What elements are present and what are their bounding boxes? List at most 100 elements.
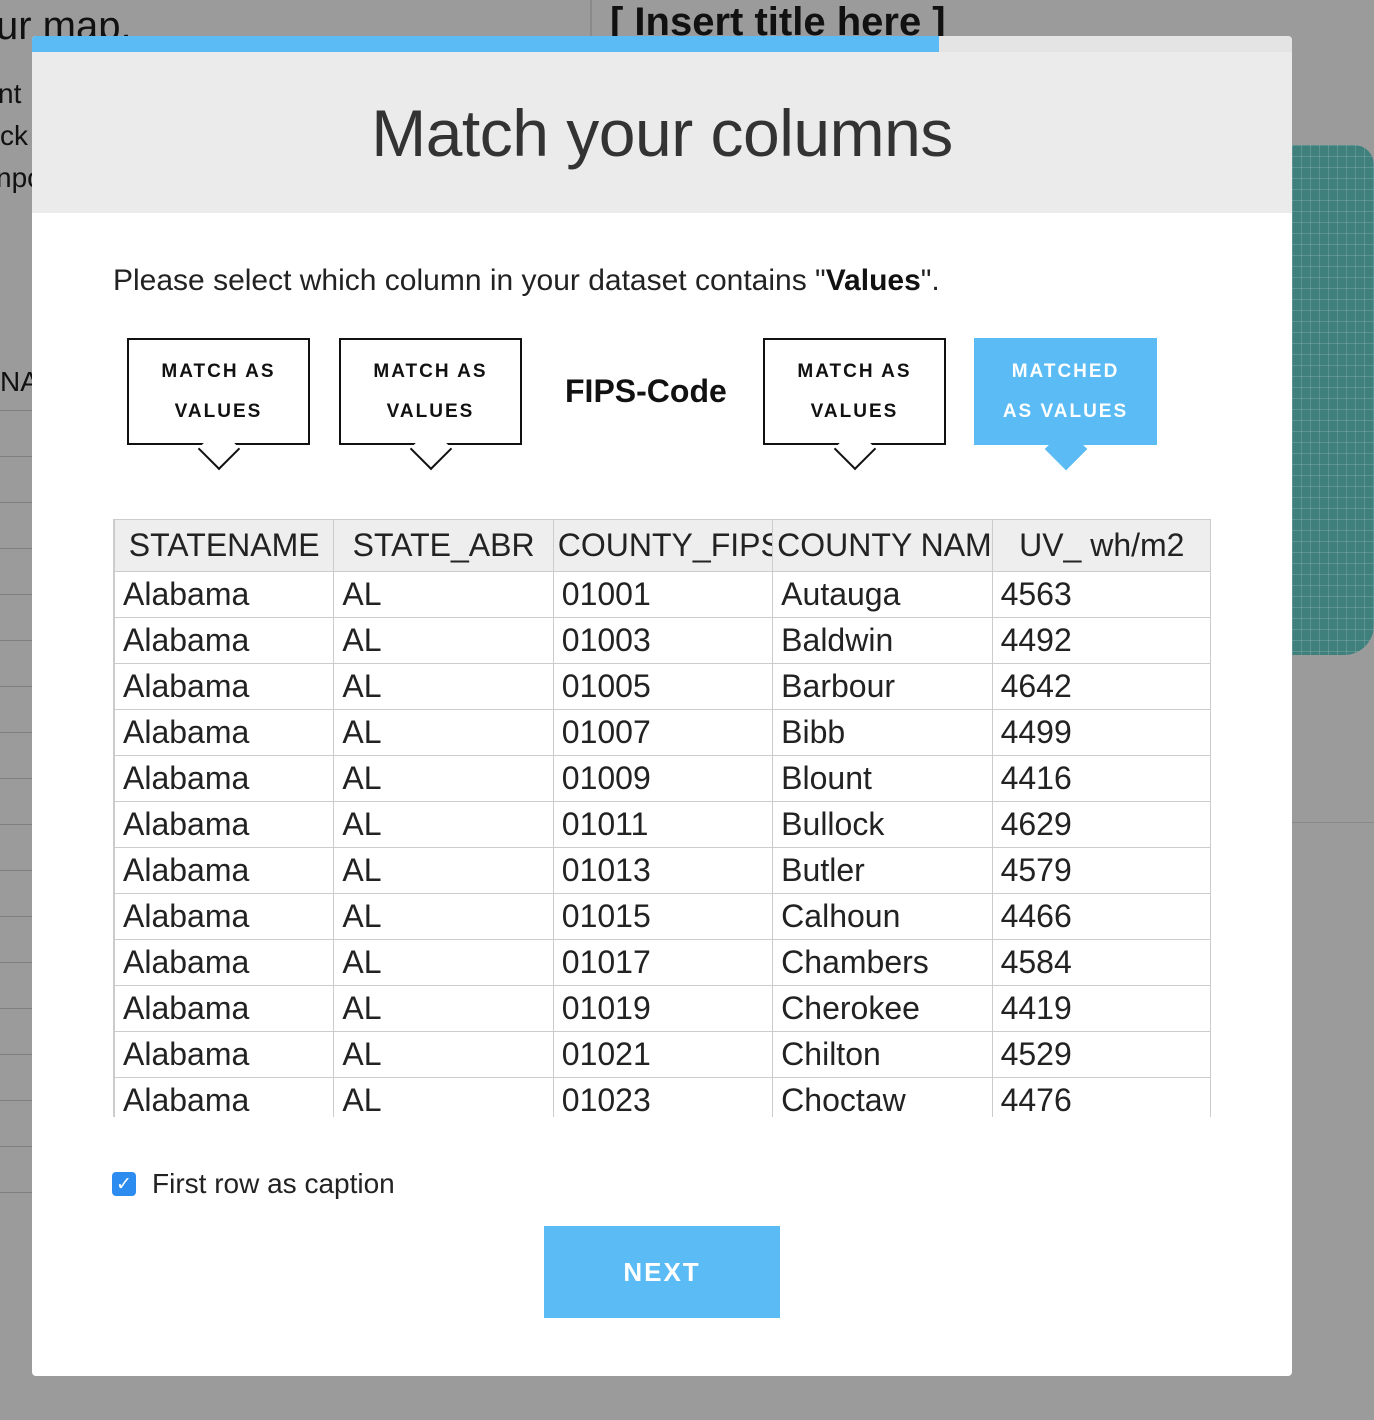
table-row: Alabama AL 01019 Cherokee 4419 [114,985,1210,1032]
table-row: Alabama AL 01021 Chilton 4529 [114,1031,1210,1078]
match-columns-modal: Match your columns Please select which c… [32,36,1292,1376]
first-row-caption-checkbox[interactable]: ✓ First row as caption [112,1168,395,1200]
table-cell: 4529 [991,1031,1210,1078]
match-as-values-button-county-name[interactable]: MATCH AS VALUES [763,338,946,445]
divider [0,824,32,825]
progress-bar [32,36,1292,52]
table-cell: 01007 [552,709,774,756]
divider [590,0,592,36]
divider [0,502,32,503]
table-row: Alabama AL 01015 Calhoun 4466 [114,893,1210,940]
table-cell: 4579 [991,847,1210,894]
table-cell: 4629 [991,801,1210,848]
match-as-values-button-state-abr[interactable]: MATCH AS VALUES [339,338,522,445]
divider [0,1100,32,1101]
instruction-text: Please select which column in your datas… [113,264,940,298]
table-cell: 01019 [552,985,774,1032]
table-cell: AL [333,801,554,848]
match-as-values-button-statename[interactable]: MATCH AS VALUES [127,338,310,445]
table-cell: 4416 [991,755,1210,802]
table-cell: Alabama [114,1077,335,1117]
table-cell: AL [333,571,554,618]
background-side-text: nt [0,78,22,109]
table-row: Alabama AL 01023 Choctaw 4476 [114,1077,1210,1117]
table-cell: AL [333,847,554,894]
table-cell: Alabama [114,893,335,940]
table-cell: Barbour [772,663,993,710]
column-header: STATENAME [114,519,335,572]
column-header: UV_ wh/m2 [991,519,1210,572]
table-cell: Alabama [114,801,335,848]
table-cell: AL [333,617,554,664]
table-cell: Alabama [114,617,335,664]
divider [0,1146,32,1147]
table-cell: Calhoun [772,893,993,940]
table-cell: 01009 [552,755,774,802]
table-row: Alabama AL 01007 Bibb 4499 [114,709,1210,756]
table-cell: Chambers [772,939,993,986]
table-cell: 01011 [552,801,774,848]
table-cell: Chilton [772,1031,993,1078]
table-row: Alabama AL 01001 Autauga 4563 [114,571,1210,618]
table-cell: AL [333,939,554,986]
table-cell: 4476 [991,1077,1210,1117]
divider [0,1008,32,1009]
background-map [1292,145,1374,655]
table-cell: AL [333,1031,554,1078]
divider [0,594,32,595]
table-cell: Baldwin [772,617,993,664]
next-button[interactable]: NEXT [544,1226,780,1318]
table-cell: Blount [772,755,993,802]
progress-fill [32,36,940,52]
column-matchers: MATCH AS VALUES MATCH AS VALUES FIPS-Code … [32,338,1292,468]
table-row: Alabama AL 01003 Baldwin 4492 [114,617,1210,664]
table-cell: 01001 [552,571,774,618]
background-side-text: ck [0,120,28,151]
table-cell: 01015 [552,893,774,940]
column-header: STATE_ABR [333,519,554,572]
table-cell: Bibb [772,709,993,756]
prompt-text: Please select which column in your datas… [113,264,826,297]
divider [0,916,32,917]
table-cell: 4466 [991,893,1210,940]
table-cell: AL [333,755,554,802]
table-cell: 4642 [991,663,1210,710]
column-header: COUNTY_FIPS [552,519,774,572]
table-row: Alabama AL 01017 Chambers 4584 [114,939,1210,986]
data-preview-table[interactable]: STATENAME STATE_ABR COUNTY_FIPS COUNTY NAME… [113,519,1211,1117]
divider [0,778,32,779]
matched-as-values-button-uv[interactable]: MATCHED AS VALUES [974,338,1157,445]
table-cell: Autauga [772,571,993,618]
table-cell: AL [333,709,554,756]
table-cell: Alabama [114,709,335,756]
divider [0,456,32,457]
assigned-fips-code-label[interactable]: FIPS-Code [565,338,727,445]
table-cell: Alabama [114,939,335,986]
modal-header: Match your columns [32,52,1292,213]
table-cell: Alabama [114,847,335,894]
divider [0,962,32,963]
divider [0,410,32,411]
modal-title: Match your columns [371,95,953,170]
table-cell: AL [333,893,554,940]
divider [0,870,32,871]
table-cell: Alabama [114,755,335,802]
table-cell: 01021 [552,1031,774,1078]
divider [0,686,32,687]
table-cell: 4584 [991,939,1210,986]
table-cell: Alabama [114,663,335,710]
table-row: Alabama AL 01009 Blount 4416 [114,755,1210,802]
table-row: Alabama AL 01005 Barbour 4642 [114,663,1210,710]
table-cell: Alabama [114,985,335,1032]
table-row: Alabama AL 01011 Bullock 4629 [114,801,1210,848]
checkmark-icon[interactable]: ✓ [112,1172,136,1196]
table-cell: AL [333,663,554,710]
divider [0,640,32,641]
table-cell: Bullock [772,801,993,848]
table-cell: 01005 [552,663,774,710]
table-cell: Choctaw [772,1077,993,1117]
table-cell: Alabama [114,1031,335,1078]
table-cell: 4563 [991,571,1210,618]
table-cell: AL [333,985,554,1032]
table-cell: 01013 [552,847,774,894]
